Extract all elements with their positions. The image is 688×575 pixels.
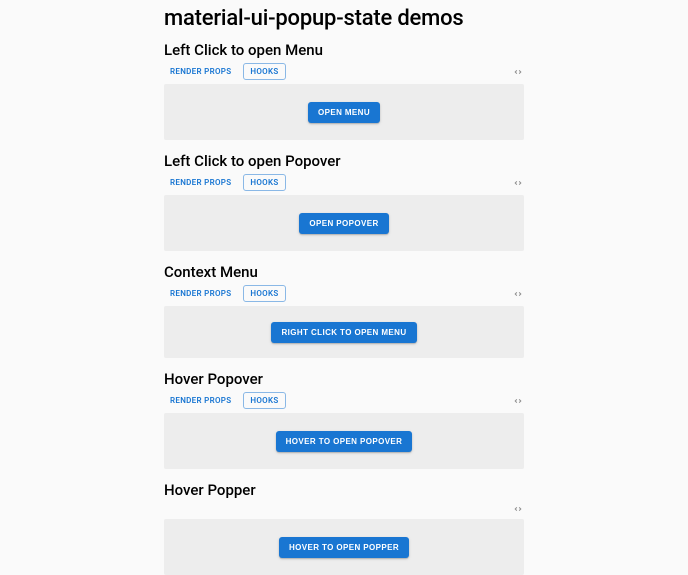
- tab-render-props[interactable]: RENDER PROPS: [164, 286, 237, 301]
- code-icon[interactable]: [512, 66, 524, 78]
- hover-popper-button[interactable]: HOVER TO OPEN POPPER: [279, 537, 409, 558]
- code-icon[interactable]: [512, 288, 524, 300]
- tab-hooks[interactable]: HOOKS: [243, 63, 285, 80]
- tab-hooks[interactable]: HOOKS: [243, 174, 285, 191]
- section-heading: Left Click to open Menu: [164, 41, 524, 59]
- tab-render-props[interactable]: RENDER PROPS: [164, 64, 237, 79]
- tab-hooks[interactable]: HOOKS: [243, 392, 285, 409]
- tablist: RENDER PROPS HOOKS: [164, 63, 286, 80]
- demo-area: OPEN MENU: [164, 84, 524, 140]
- section-toolbar: [164, 503, 524, 515]
- demo-area: HOVER TO OPEN POPPER: [164, 519, 524, 575]
- code-icon[interactable]: [512, 503, 524, 515]
- demo-area: RIGHT CLICK TO OPEN MENU: [164, 306, 524, 358]
- tab-render-props[interactable]: RENDER PROPS: [164, 175, 237, 190]
- section-heading: Hover Popper: [164, 481, 524, 499]
- section-heading: Hover Popover: [164, 370, 524, 388]
- code-icon[interactable]: [512, 177, 524, 189]
- tablist: RENDER PROPS HOOKS: [164, 174, 286, 191]
- demo-area: OPEN POPOVER: [164, 195, 524, 251]
- tablist: RENDER PROPS HOOKS: [164, 392, 286, 409]
- section-toolbar: RENDER PROPS HOOKS: [164, 174, 524, 191]
- section-toolbar: RENDER PROPS HOOKS: [164, 285, 524, 302]
- demo-section: Hover Popper HOVER TO OPEN POPPER: [164, 481, 524, 575]
- open-menu-button[interactable]: OPEN MENU: [308, 102, 380, 123]
- open-popover-button[interactable]: OPEN POPOVER: [299, 213, 388, 234]
- section-toolbar: RENDER PROPS HOOKS: [164, 392, 524, 409]
- page-title: material-ui-popup-state demos: [164, 6, 524, 31]
- demo-section: Left Click to open Popover RENDER PROPS …: [164, 152, 524, 251]
- section-heading: Context Menu: [164, 263, 524, 281]
- code-icon[interactable]: [512, 395, 524, 407]
- tab-hooks[interactable]: HOOKS: [243, 285, 285, 302]
- demo-section: Context Menu RENDER PROPS HOOKS RIGHT CL…: [164, 263, 524, 358]
- tab-render-props[interactable]: RENDER PROPS: [164, 393, 237, 408]
- demo-area: HOVER TO OPEN POPOVER: [164, 413, 524, 469]
- context-menu-button[interactable]: RIGHT CLICK TO OPEN MENU: [271, 322, 416, 343]
- hover-popover-button[interactable]: HOVER TO OPEN POPOVER: [276, 431, 413, 452]
- demo-section: Left Click to open Menu RENDER PROPS HOO…: [164, 41, 524, 140]
- demo-section: Hover Popover RENDER PROPS HOOKS HOVER T…: [164, 370, 524, 469]
- section-heading: Left Click to open Popover: [164, 152, 524, 170]
- tablist: RENDER PROPS HOOKS: [164, 285, 286, 302]
- section-toolbar: RENDER PROPS HOOKS: [164, 63, 524, 80]
